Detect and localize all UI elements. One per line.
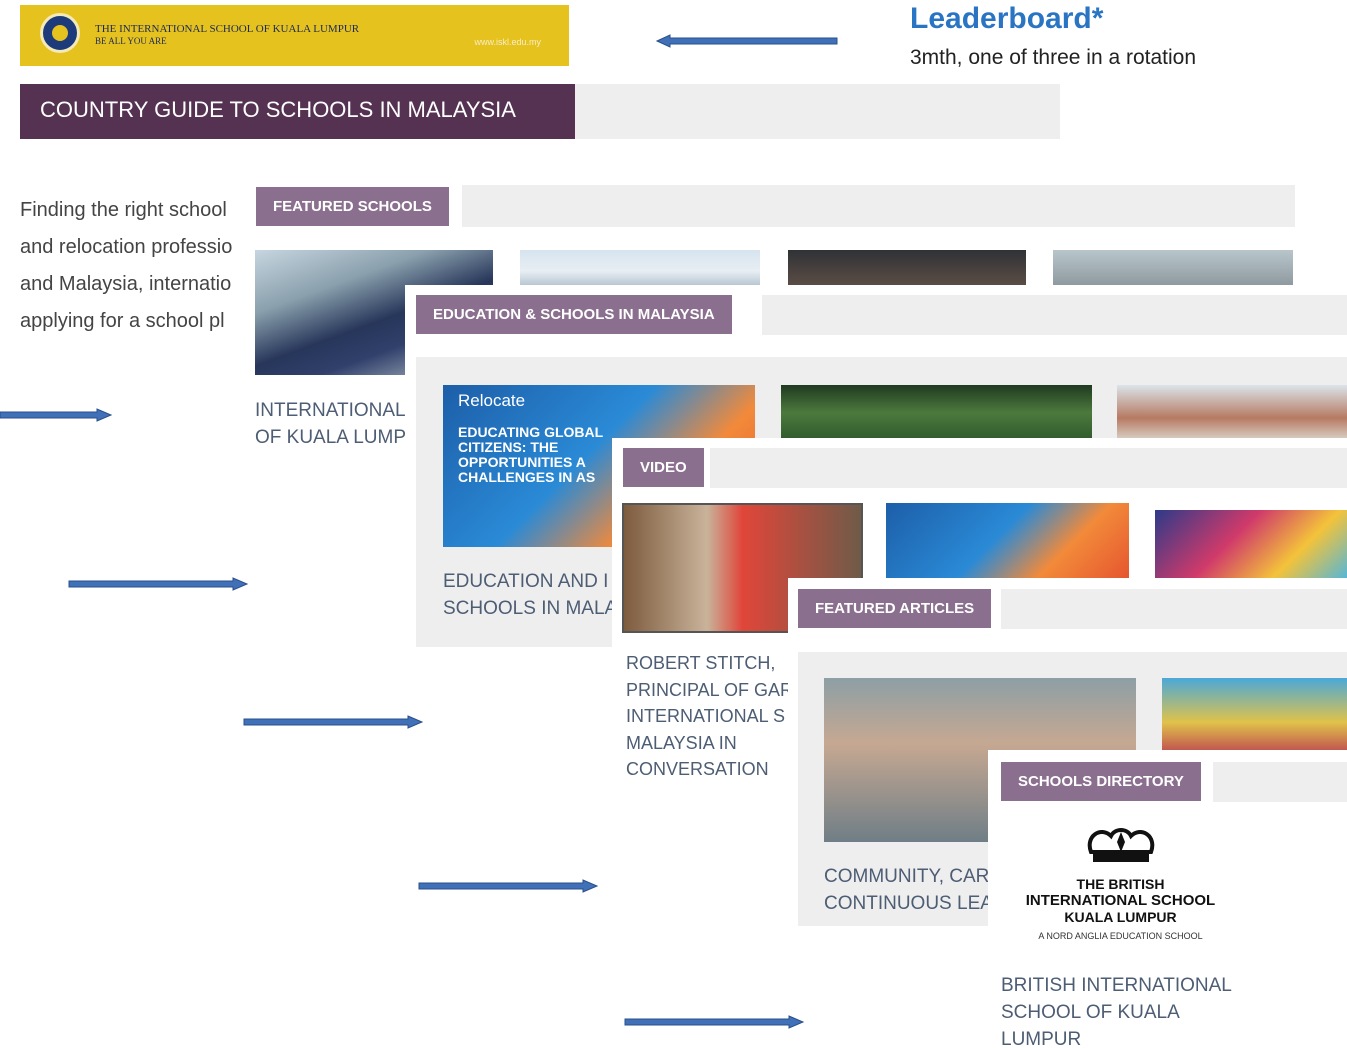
education-article-caption[interactable]: EDUCATION AND I SCHOOLS IN MALA <box>443 568 617 622</box>
caption-line: INTERNATIONAL <box>255 400 406 421</box>
featured-school-image[interactable] <box>520 250 760 285</box>
headline-line: OPPORTUNITIES A <box>458 454 586 470</box>
headline-line: CITIZENS: THE <box>458 439 559 455</box>
article-image[interactable] <box>1162 678 1347 752</box>
caption-line: OF KUALA LUMP <box>255 427 406 448</box>
leaderboard-banner[interactable]: THE INTERNATIONAL SCHOOL OF KUALA LUMPUR… <box>20 5 569 66</box>
section-strip <box>462 185 1295 227</box>
caption-line: ROBERT STITCH, <box>626 653 776 673</box>
video-thumbnail[interactable] <box>1155 510 1347 583</box>
leaderboard-sublabel: 3mth, one of three in a rotation <box>910 46 1197 69</box>
logo-line: INTERNATIONAL SCHOOL <box>1025 892 1216 909</box>
school-logo[interactable]: THE BRITISH INTERNATIONAL SCHOOL KUALA L… <box>1008 822 1233 962</box>
schools-directory-tab[interactable]: SCHOOLS DIRECTORY <box>1001 762 1201 801</box>
video-thumbnail[interactable] <box>886 503 1129 583</box>
right-arrow-icon <box>243 715 423 729</box>
featured-school-image[interactable] <box>1053 250 1293 285</box>
caption-line: MALAYSIA IN <box>626 732 737 753</box>
thumb-headline: EDUCATING GLOBAL CITIZENS: THE OPPORTUNI… <box>458 425 603 485</box>
right-arrow-icon <box>624 1015 804 1029</box>
intro-paragraph: Finding the right school and relocation … <box>20 192 245 340</box>
right-arrow-icon <box>0 408 112 422</box>
banner-school-name: THE INTERNATIONAL SCHOOL OF KUALA LUMPUR <box>95 23 360 35</box>
country-guide-header: COUNTRY GUIDE TO SCHOOLS IN MALAYSIA <box>20 84 575 139</box>
leaderboard-label: Leaderboard* <box>910 2 1104 35</box>
caption-line: PRINCIPAL OF GAR <box>626 679 794 700</box>
featured-articles-tab[interactable]: FEATURED ARTICLES <box>798 589 992 628</box>
caption-line: LUMPUR <box>1001 1029 1082 1048</box>
right-arrow-icon <box>68 577 248 591</box>
banner-url[interactable]: www.iskl.edu.my <box>474 37 541 47</box>
education-article-image[interactable] <box>1117 385 1347 440</box>
caption-line: EDUCATION AND I <box>443 571 609 592</box>
caption-line: BRITISH INTERNATIONAL <box>1001 975 1232 996</box>
logo-line: KUALA LUMPUR <box>1064 909 1177 925</box>
right-arrow-icon <box>418 879 598 893</box>
article-caption[interactable]: COMMUNITY, CAR CONTINUOUS LEA <box>824 863 993 917</box>
header-strip <box>575 84 1060 139</box>
section-strip <box>710 448 1347 488</box>
caption-line: SCHOOLS IN MALA <box>443 598 618 619</box>
intro-line: and Malaysia, internatio <box>20 273 232 295</box>
directory-caption[interactable]: BRITISH INTERNATIONAL SCHOOL OF KUALA LU… <box>1001 972 1232 1048</box>
featured-schools-tab[interactable]: FEATURED SCHOOLS <box>256 187 449 226</box>
education-schools-tab[interactable]: EDUCATION & SCHOOLS IN MALAYSIA <box>416 295 732 334</box>
crest-icon <box>1087 828 1154 862</box>
intro-line: applying for a school pl <box>20 310 225 332</box>
headline-line: EDUCATING GLOBAL <box>458 424 604 440</box>
intro-line: Finding the right school <box>20 199 227 221</box>
video-caption[interactable]: ROBERT STITCH, PRINCIPAL OF GAR INTERNAT… <box>626 650 793 783</box>
schools-directory-panel: SCHOOLS DIRECTORY THE BRITISH INTERNATIO… <box>988 750 1347 1048</box>
caption-line: CONVERSATION <box>626 759 769 779</box>
featured-school-caption[interactable]: INTERNATIONAL OF KUALA LUMP <box>255 397 406 451</box>
video-tab[interactable]: VIDEO <box>623 448 704 487</box>
caption-line: CONTINUOUS LEA <box>824 893 993 914</box>
left-arrow-icon <box>656 34 838 48</box>
banner-tagline: BE ALL YOU ARE <box>95 36 167 46</box>
headline-line: CHALLENGES IN AS <box>458 469 596 485</box>
school-crest-logo <box>40 13 80 53</box>
caption-line: SCHOOL OF KUALA <box>1001 1002 1180 1023</box>
featured-school-image[interactable] <box>788 250 1026 285</box>
thumb-brand: Relocate <box>458 391 526 410</box>
education-article-image[interactable] <box>781 385 1092 440</box>
logo-line: THE BRITISH <box>1076 876 1165 892</box>
section-strip <box>1213 762 1347 802</box>
caption-line: INTERNATIONAL S <box>626 706 786 726</box>
section-strip <box>762 295 1347 335</box>
logo-line: A NORD ANGLIA EDUCATION SCHOOL <box>1038 931 1203 941</box>
intro-line: and relocation professio <box>20 236 233 258</box>
section-strip <box>1001 589 1347 629</box>
caption-line: COMMUNITY, CAR <box>824 866 990 887</box>
